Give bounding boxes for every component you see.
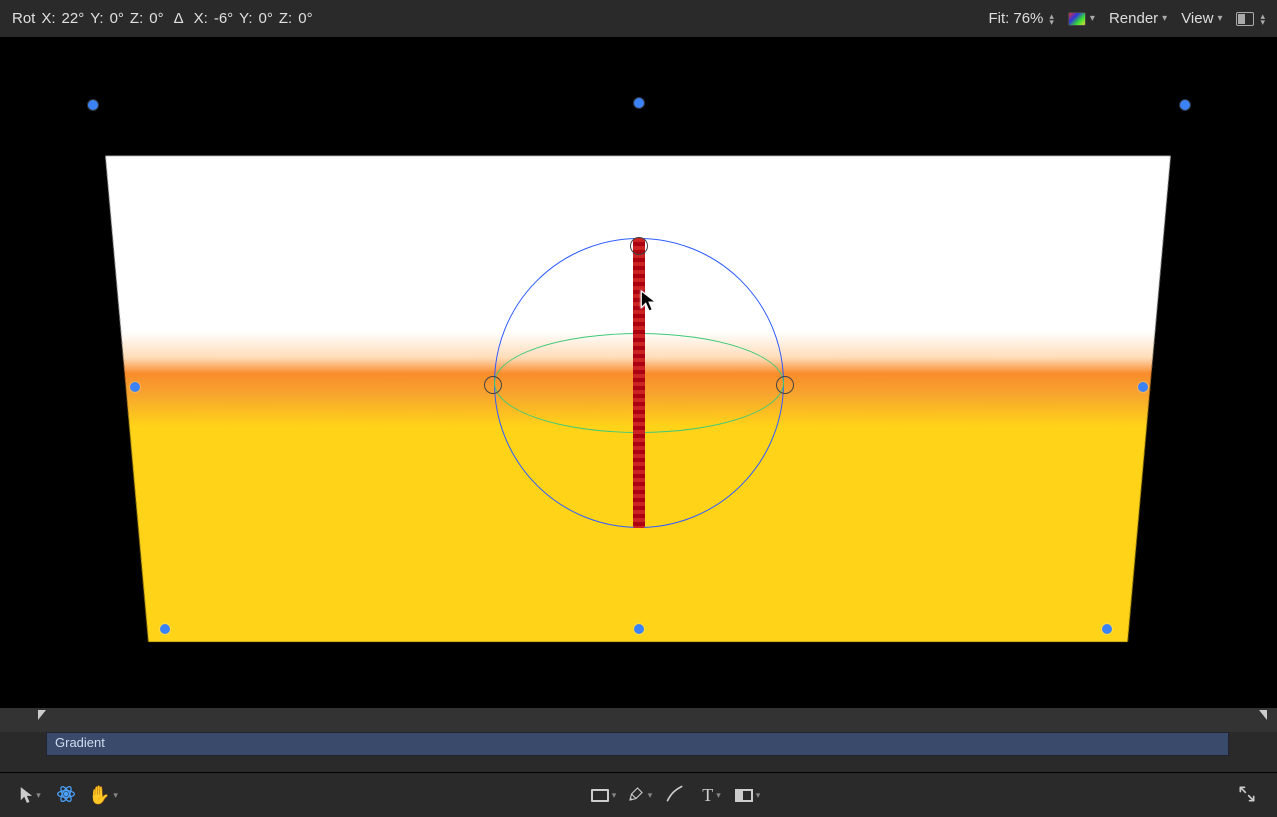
- view-menu[interactable]: View ▾: [1181, 10, 1222, 27]
- chevron-down-icon: ▾: [756, 790, 761, 801]
- selection-handle[interactable]: [160, 624, 170, 634]
- selection-handle[interactable]: [634, 624, 644, 634]
- color-swatch-icon: [1068, 12, 1086, 26]
- layout-icon: [1236, 12, 1254, 26]
- transform-readout: Rot X: 22 Y: 0 Z: 0 Δ X: -6 Y: 0 Z: 0: [12, 10, 313, 27]
- shape-tool[interactable]: ▾: [589, 781, 617, 809]
- selection-handle[interactable]: [634, 98, 644, 108]
- pan-tool[interactable]: ✋ ▾: [88, 781, 118, 809]
- mask-icon: [735, 789, 753, 802]
- delta-y-value: 0: [259, 10, 273, 27]
- top-info-bar: Rot X: 22 Y: 0 Z: 0 Δ X: -6 Y: 0 Z: 0 Fi…: [0, 0, 1277, 38]
- fullscreen-toggle[interactable]: [1233, 781, 1261, 809]
- pen-icon: [627, 785, 645, 806]
- rot-label: Rot: [12, 10, 35, 27]
- in-point-marker[interactable]: [38, 710, 46, 720]
- selection-handle[interactable]: [88, 100, 98, 110]
- delta-z-label: Z:: [279, 10, 292, 27]
- chevron-down-icon: ▾: [648, 790, 653, 801]
- rectangle-icon: [591, 789, 609, 802]
- pen-tool[interactable]: ▾: [625, 781, 653, 809]
- selection-handle[interactable]: [130, 382, 140, 392]
- chevron-down-icon: ▾: [113, 790, 118, 801]
- orbit-icon: [56, 784, 76, 807]
- stepper-icon: ▴▾: [1049, 13, 1054, 25]
- chevron-down-icon: ▾: [36, 790, 41, 801]
- rot-x-value: 22: [62, 10, 85, 27]
- text-icon: T: [702, 785, 713, 806]
- rot-y-value: 0: [110, 10, 124, 27]
- delta-x-label: X:: [194, 10, 208, 27]
- mask-tool[interactable]: ▾: [733, 781, 761, 809]
- chevron-down-icon: ▾: [1090, 13, 1095, 24]
- text-tool[interactable]: T ▾: [697, 781, 725, 809]
- selection-handle[interactable]: [1138, 382, 1148, 392]
- chevron-down-icon: ▾: [1162, 13, 1167, 24]
- chevron-down-icon: ▾: [716, 790, 721, 801]
- layout-menu[interactable]: ▴▾: [1236, 12, 1265, 26]
- rot-y-label: Y:: [90, 10, 103, 27]
- render-label: Render: [1109, 10, 1158, 27]
- view-label: View: [1181, 10, 1213, 27]
- fit-label: Fit:: [989, 10, 1010, 27]
- top-right-controls: Fit: 76% ▴▾ ▾ Render ▾ View ▾ ▴▾: [989, 10, 1265, 27]
- clip-gradient[interactable]: Gradient: [46, 732, 1229, 756]
- rot-z-value: 0: [149, 10, 163, 27]
- chevron-down-icon: ▾: [612, 790, 617, 801]
- selection-handle[interactable]: [1180, 100, 1190, 110]
- paint-stroke-tool[interactable]: [661, 781, 689, 809]
- out-point-marker[interactable]: [1259, 710, 1267, 720]
- stepper-icon: ▴▾: [1260, 13, 1265, 25]
- bottom-toolbar: ▾ ✋ ▾ ▾ ▾ T ▾ ▾: [0, 772, 1277, 817]
- timeline-area: Gradient: [0, 708, 1277, 772]
- delta-x-value: -6: [214, 10, 233, 27]
- selection-handle[interactable]: [1102, 624, 1112, 634]
- delta-z-value: 0: [298, 10, 312, 27]
- rot-z-label: Z:: [130, 10, 143, 27]
- gizmo-handle[interactable]: [776, 376, 794, 394]
- brush-icon: [665, 784, 685, 807]
- delta-y-label: Y:: [239, 10, 252, 27]
- render-menu[interactable]: Render ▾: [1109, 10, 1167, 27]
- hand-icon: ✋: [88, 785, 110, 806]
- rot-x-label: X:: [41, 10, 55, 27]
- clip-label: Gradient: [55, 735, 105, 750]
- delta-label: Δ: [174, 10, 184, 27]
- time-ruler[interactable]: [0, 708, 1277, 732]
- gizmo-handle[interactable]: [630, 237, 648, 255]
- select-tool[interactable]: ▾: [16, 781, 44, 809]
- expand-icon: [1237, 784, 1257, 807]
- zoom-fit-control[interactable]: Fit: 76% ▴▾: [989, 10, 1054, 27]
- canvas-viewport[interactable]: [0, 38, 1277, 708]
- 3d-transform-tool[interactable]: [52, 781, 80, 809]
- fit-value: 76%: [1013, 10, 1043, 27]
- rotation-axis-x[interactable]: [633, 238, 645, 528]
- gizmo-handle[interactable]: [484, 376, 502, 394]
- color-channel-menu[interactable]: ▾: [1068, 12, 1095, 26]
- chevron-down-icon: ▾: [1217, 13, 1222, 24]
